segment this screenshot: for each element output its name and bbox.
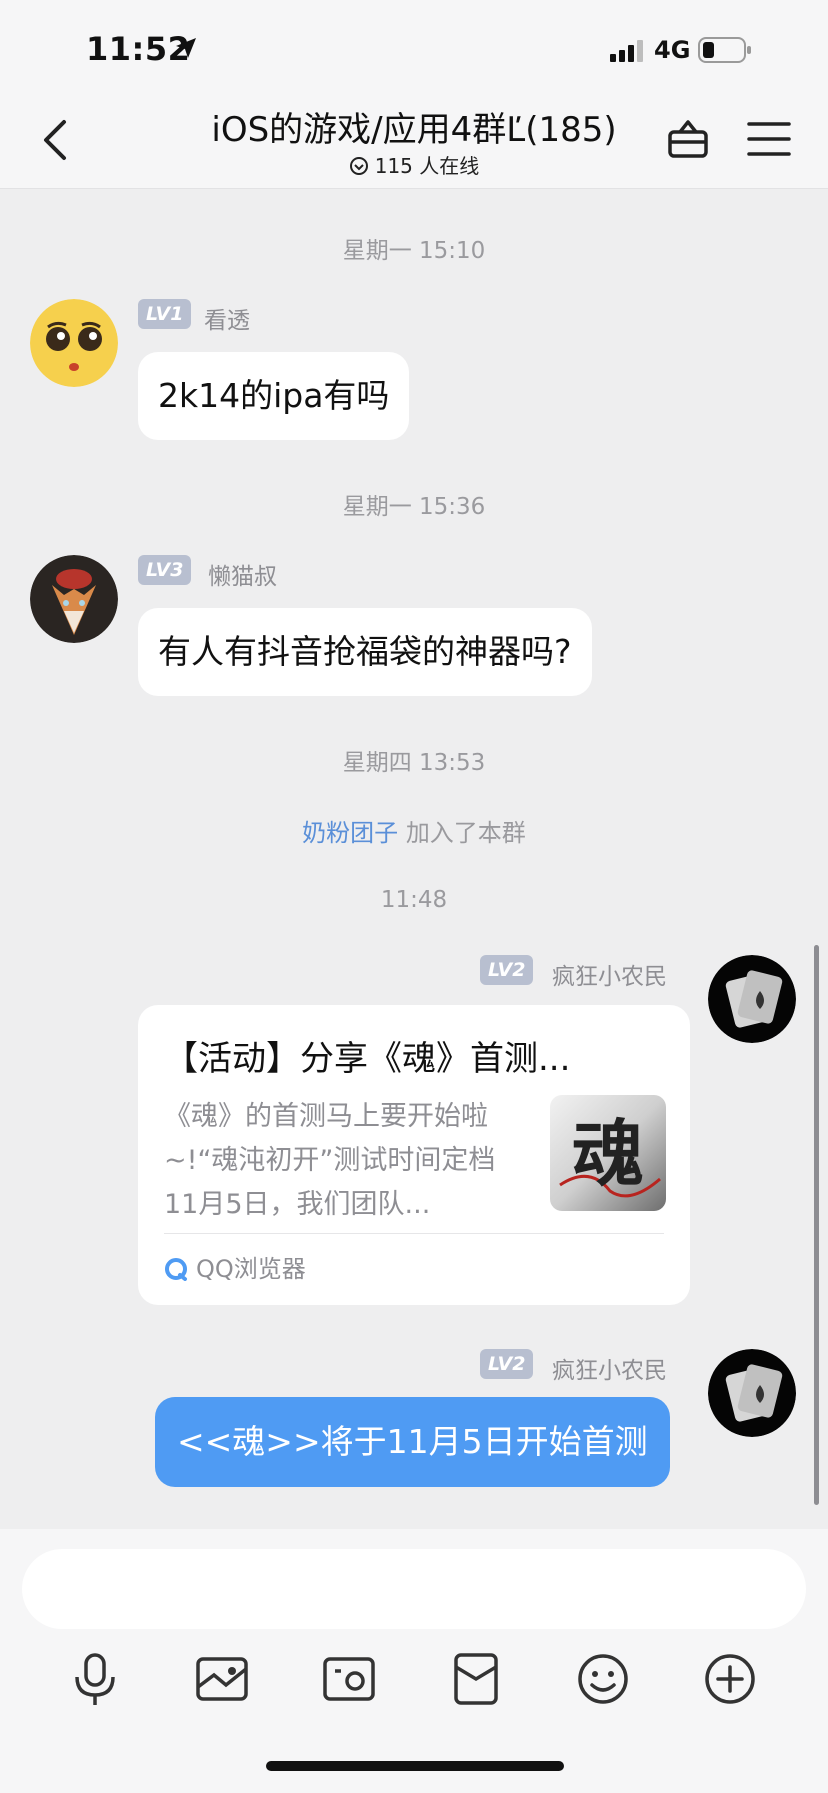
level-badge: LV1 xyxy=(138,299,192,329)
location-arrow-icon xyxy=(176,38,196,58)
back-button[interactable] xyxy=(36,116,76,164)
scrollbar[interactable] xyxy=(814,945,819,1505)
avatar[interactable] xyxy=(30,555,118,643)
avatar[interactable] xyxy=(708,1349,796,1437)
playing-card-avatar-icon xyxy=(708,955,796,1043)
plus-icon[interactable] xyxy=(700,1649,760,1709)
level-badge: LV3 xyxy=(138,555,192,585)
network-label: 4G xyxy=(654,36,691,64)
message-bubble[interactable]: 有人有抖音抢福袋的神器吗? xyxy=(138,608,592,696)
sender-name[interactable]: 懒猫叔 xyxy=(208,557,277,591)
microphone-icon[interactable] xyxy=(65,1649,125,1709)
share-card-description: 《魂》的首测马上要开始啦~!“魂沌初开”测试时间定档11月5日，我们团队... xyxy=(164,1101,496,1220)
playing-card-avatar-icon xyxy=(708,1349,796,1437)
emoji-icon[interactable] xyxy=(573,1649,633,1709)
camera-icon[interactable] xyxy=(319,1649,379,1709)
system-action: 加入了本群 xyxy=(405,819,526,847)
share-card-source[interactable]: QQ浏览器 xyxy=(164,1249,306,1284)
online-status-icon xyxy=(349,157,368,175)
qq-browser-icon xyxy=(165,1258,187,1281)
menu-icon[interactable] xyxy=(746,118,792,160)
nav-bar: iOS的游戏/应用4群Ľ(185) 115 人在线 xyxy=(0,90,828,189)
online-count: 115 人在线 xyxy=(120,150,708,179)
status-bar: 11:52 4G xyxy=(0,0,828,90)
online-count-text: 115 人在线 xyxy=(374,154,480,178)
share-card[interactable]: 【活动】分享《魂》首测... 《魂》的首测马上要开始啦~!“魂沌初开”测试时间定… xyxy=(138,1005,690,1305)
time-separator: 星期一 15:10 xyxy=(342,238,486,264)
joined-user-link[interactable]: 奶粉团子 xyxy=(302,819,398,847)
sender-name[interactable]: 疯狂小农民 xyxy=(552,1351,667,1385)
game-thumbnail-image: 魂 xyxy=(550,1095,666,1211)
chat-area[interactable]: 星期一 15:10 LV1 看透 2k14的ipa有吗 星期一 15:36 LV… xyxy=(0,189,828,1529)
share-source-label: QQ浏览器 xyxy=(196,1255,306,1283)
my-message-bubble[interactable]: <<魂>>将于11月5日开始首测 xyxy=(155,1397,670,1487)
image-icon[interactable] xyxy=(192,1649,252,1709)
level-badge: LV2 xyxy=(480,1349,534,1379)
level-badge: LV2 xyxy=(480,955,534,985)
message-input[interactable] xyxy=(22,1549,806,1629)
message-bubble[interactable]: 2k14的ipa有吗 xyxy=(138,352,410,440)
system-message: 奶粉团子 加入了本群 xyxy=(0,813,828,848)
group-title: iOS的游戏/应用4群Ľ(185) xyxy=(211,110,617,150)
share-card-title: 【活动】分享《魂》首测... xyxy=(164,1039,571,1079)
sender-name[interactable]: 疯狂小农民 xyxy=(552,957,667,991)
fox-avatar-icon xyxy=(30,555,118,643)
divider xyxy=(164,1233,664,1234)
time-separator: 星期四 13:53 xyxy=(342,750,486,776)
sender-name[interactable]: 看透 xyxy=(204,301,250,335)
battery-icon xyxy=(698,37,751,63)
crying-emoji-icon xyxy=(30,299,118,387)
avatar[interactable] xyxy=(708,955,796,1043)
time-separator: 11:48 xyxy=(380,887,448,913)
time-separator: 星期一 15:36 xyxy=(342,494,486,520)
signal-icon xyxy=(610,40,643,62)
avatar[interactable] xyxy=(30,299,118,387)
share-card-thumbnail: 魂 xyxy=(550,1095,666,1211)
gift-icon[interactable] xyxy=(664,114,712,162)
input-area xyxy=(0,1529,828,1793)
home-indicator xyxy=(266,1761,564,1771)
red-packet-icon[interactable] xyxy=(446,1649,506,1709)
thumbnail-glyph: 魂 xyxy=(572,1111,644,1196)
